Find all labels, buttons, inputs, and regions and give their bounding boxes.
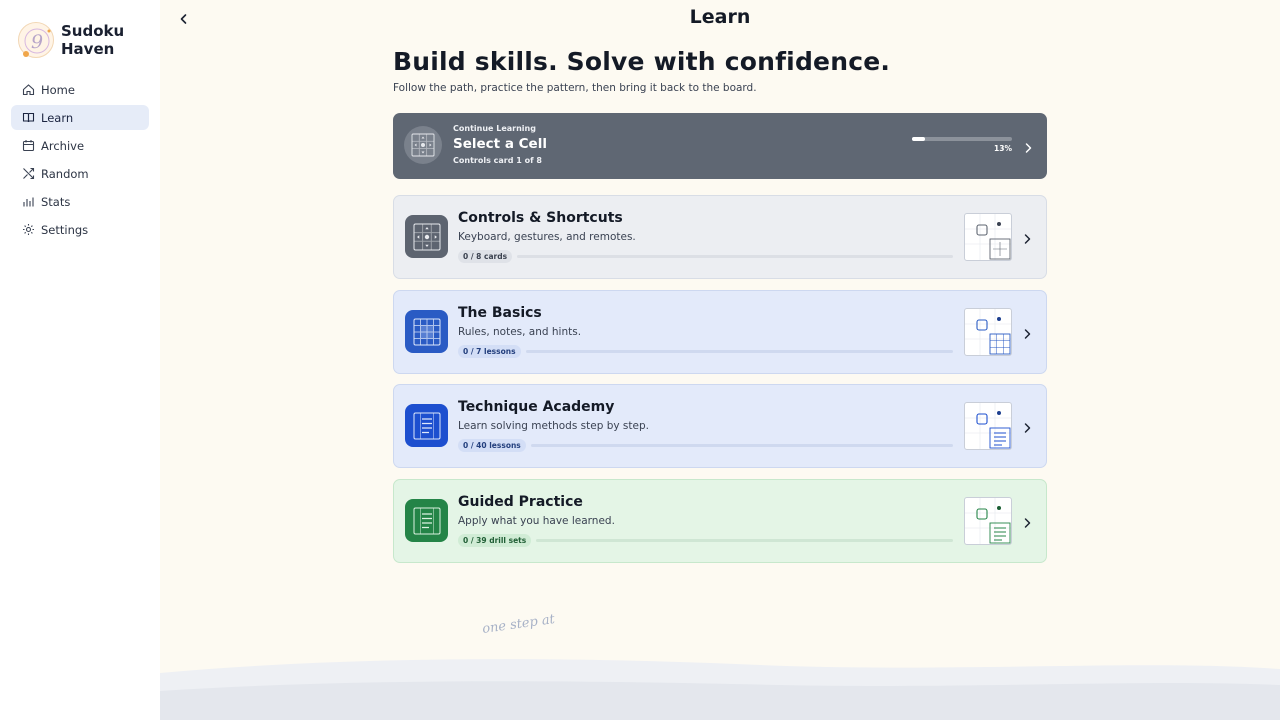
continue-progress-label: 13% [994, 144, 1012, 153]
sidebar: 9 Sudoku Haven Home Learn Archive Random… [0, 0, 160, 720]
course-progress-track [536, 539, 953, 542]
continue-title: Select a Cell [453, 136, 547, 152]
footer-wave-decoration [160, 659, 1280, 720]
course-card-basics[interactable]: The Basics Rules, notes, and hints. 0 / … [393, 290, 1047, 374]
sidebar-item-settings[interactable]: Settings [11, 217, 149, 242]
brand-name: Sudoku Haven [61, 22, 125, 58]
footer-script-text: one step at [481, 611, 556, 638]
sidebar-item-random[interactable]: Random [11, 161, 149, 186]
course-card-technique-academy[interactable]: Technique Academy Learn solving methods … [393, 384, 1047, 468]
course-icon [405, 404, 448, 447]
brand-logo-icon: 9 [18, 22, 54, 58]
chevron-right-icon [1022, 419, 1032, 438]
course-preview-thumbnail [964, 497, 1012, 545]
course-icon [405, 310, 448, 353]
continue-kicker: Continue Learning [453, 124, 536, 133]
course-progress-track [526, 350, 953, 353]
course-title: Guided Practice [458, 494, 583, 510]
course-progress-badge: 0 / 40 lessons [458, 439, 526, 452]
page-title: Learn [689, 6, 751, 28]
home-icon [22, 83, 35, 96]
dpad-grid-icon [413, 223, 440, 250]
chevron-right-icon [1022, 514, 1032, 533]
book-icon [22, 111, 35, 124]
continue-progress-fill [912, 137, 925, 141]
course-title: Technique Academy [458, 399, 615, 415]
gear-icon [22, 223, 35, 236]
course-title: Controls & Shortcuts [458, 210, 623, 226]
list-grid-icon [413, 507, 440, 534]
svg-text:9: 9 [31, 31, 43, 53]
chevron-right-icon [1023, 139, 1033, 158]
continue-thumbnail [404, 126, 442, 164]
sidebar-item-archive[interactable]: Archive [11, 133, 149, 158]
bar-chart-icon [22, 195, 35, 208]
shuffle-icon [22, 167, 35, 180]
sidebar-item-label: Archive [41, 138, 85, 153]
continue-progress-bar [912, 137, 1012, 141]
course-progress-track [531, 444, 953, 447]
course-description: Rules, notes, and hints. [458, 326, 582, 338]
chevron-right-icon [1022, 230, 1032, 249]
grid-icon [413, 318, 440, 345]
hero-title: Build skills. Solve with confidence. [393, 47, 891, 76]
sidebar-item-learn[interactable]: Learn [11, 105, 149, 130]
course-title: The Basics [458, 305, 542, 321]
course-progress-badge: 0 / 8 cards [458, 250, 513, 263]
course-preview-thumbnail [964, 213, 1012, 261]
course-preview-thumbnail [964, 308, 1012, 356]
sidebar-item-label: Learn [41, 110, 74, 125]
sidebar-item-stats[interactable]: Stats [11, 189, 149, 214]
sidebar-item-label: Stats [41, 194, 71, 209]
calendar-icon [22, 139, 35, 152]
sidebar-nav: Home Learn Archive Random Stats Settings [11, 77, 149, 245]
brand[interactable]: 9 Sudoku Haven [18, 22, 131, 58]
course-icon [405, 215, 448, 258]
course-description: Keyboard, gestures, and remotes. [458, 231, 636, 243]
course-preview-thumbnail [964, 402, 1012, 450]
course-progress-badge: 0 / 39 drill sets [458, 534, 532, 547]
hero-subtitle: Follow the path, practice the pattern, t… [393, 82, 757, 94]
sidebar-item-home[interactable]: Home [11, 77, 149, 102]
list-grid-icon [413, 412, 440, 439]
course-progress-track [517, 255, 953, 258]
sidebar-item-label: Home [41, 82, 75, 97]
dpad-grid-icon [411, 133, 435, 157]
course-card-controls[interactable]: Controls & Shortcuts Keyboard, gestures,… [393, 195, 1047, 279]
sidebar-item-label: Settings [41, 222, 89, 237]
course-description: Apply what you have learned. [458, 515, 615, 527]
chevron-right-icon [1022, 325, 1032, 344]
sidebar-item-label: Random [41, 166, 89, 181]
course-description: Learn solving methods step by step. [458, 420, 649, 432]
course-progress-badge: 0 / 7 lessons [458, 345, 521, 358]
continue-learning-card[interactable]: Continue Learning Select a Cell Controls… [393, 113, 1047, 179]
course-icon [405, 499, 448, 542]
continue-meta: Controls card 1 of 8 [453, 156, 542, 165]
course-card-guided-practice[interactable]: Guided Practice Apply what you have lear… [393, 479, 1047, 563]
